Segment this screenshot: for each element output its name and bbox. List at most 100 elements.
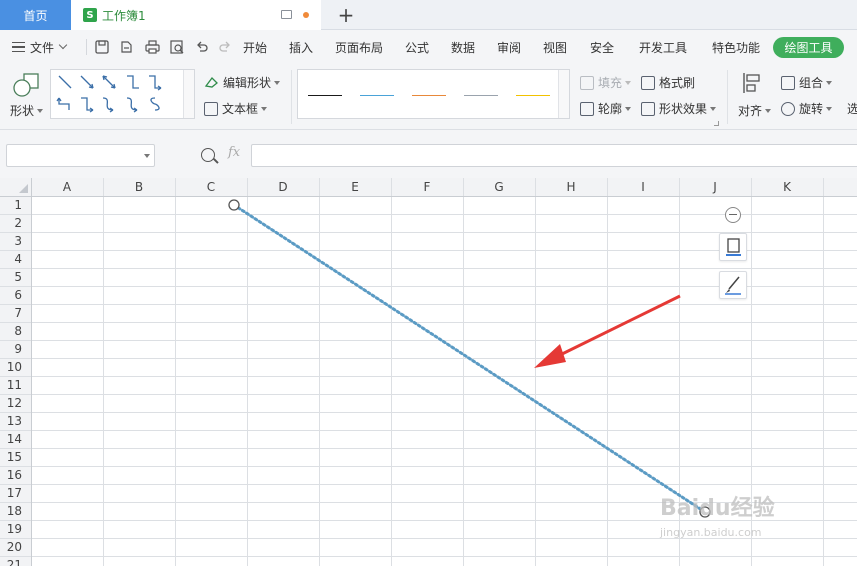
row-header-8[interactable]: 8	[14, 324, 22, 338]
tab-home[interactable]: 首页	[0, 0, 71, 30]
line-style-blue[interactable]	[360, 95, 394, 96]
outline-button[interactable]: 轮廓	[580, 100, 632, 117]
column-header-i[interactable]: I	[641, 180, 645, 194]
monitor-icon[interactable]	[281, 10, 292, 19]
print-preview-icon[interactable]	[169, 39, 185, 55]
column-header-f[interactable]: F	[424, 180, 431, 194]
formula-bar: fx	[0, 130, 857, 178]
divider	[291, 70, 292, 124]
save-icon[interactable]	[94, 39, 110, 55]
menu-special-features[interactable]: 特色功能	[712, 39, 760, 55]
fill-icon	[580, 75, 594, 90]
new-tab-button[interactable]: +	[336, 2, 356, 28]
rotate-button[interactable]: 旋转	[781, 100, 833, 117]
row-header-16[interactable]: 16	[7, 468, 22, 482]
line-style-gallery[interactable]	[297, 69, 570, 119]
shapes-gallery[interactable]	[50, 69, 195, 119]
menu-security[interactable]: 安全	[590, 39, 614, 55]
unsaved-dot-icon	[303, 12, 309, 18]
fill-button[interactable]: 填充	[580, 74, 632, 91]
undo-icon[interactable]	[194, 39, 210, 55]
row-header-20[interactable]: 20	[7, 540, 22, 554]
gallery-scrollbar[interactable]	[183, 70, 194, 118]
tab-drawing-tools[interactable]: 绘图工具	[773, 37, 844, 58]
collapse-icon[interactable]	[725, 207, 741, 223]
rotate-icon	[781, 101, 795, 116]
column-header-c[interactable]: C	[207, 180, 215, 194]
outline-icon	[580, 101, 594, 116]
shape-style-button[interactable]	[719, 271, 747, 299]
line-style-black[interactable]	[308, 95, 342, 96]
row-header-13[interactable]: 13	[7, 414, 22, 428]
format-painter-icon	[641, 75, 655, 90]
row-header-11[interactable]: 11	[7, 378, 22, 392]
row-header-12[interactable]: 12	[7, 396, 22, 410]
redo-icon[interactable]	[217, 39, 233, 55]
shape-layout-button[interactable]	[719, 233, 747, 261]
row-header-4[interactable]: 4	[14, 252, 22, 266]
menu-developer[interactable]: 开发工具	[639, 39, 687, 55]
menu-view[interactable]: 视图	[543, 39, 567, 55]
line-style-gray[interactable]	[464, 95, 498, 96]
spreadsheet-app: 首页 S 工作簿1 + 文件 开始 插入 页面布局 公式 数据 审阅 视图 安全…	[0, 0, 857, 566]
select-button[interactable]: 选	[847, 100, 857, 117]
row-header-21[interactable]: 21	[7, 558, 22, 566]
menu-review[interactable]: 审阅	[497, 39, 521, 55]
column-header-b[interactable]: B	[135, 180, 143, 194]
menu-data[interactable]: 数据	[451, 39, 475, 55]
align-button[interactable]: 对齐	[736, 70, 772, 122]
layout-icon	[726, 238, 741, 256]
edit-shape-button[interactable]: 编辑形状	[204, 74, 281, 91]
group-button[interactable]: 组合	[781, 74, 833, 91]
line-style-yellow[interactable]	[516, 95, 550, 96]
align-label: 对齐	[738, 102, 772, 119]
column-header-d[interactable]: D	[278, 180, 287, 194]
row-header-19[interactable]: 19	[7, 522, 22, 536]
menu-home[interactable]: 开始	[243, 39, 267, 55]
shape-effects-button[interactable]: 形状效果	[641, 100, 717, 117]
name-box[interactable]	[6, 144, 155, 167]
zoom-icon[interactable]	[201, 148, 215, 162]
ribbon-toolbar: 形状 编辑形状 文本框 填充 轮廓 格式刷 形状效果 对齐 组合 旋转 选	[0, 64, 857, 130]
export-icon[interactable]	[118, 39, 134, 55]
file-menu-button[interactable]: 文件	[12, 39, 68, 55]
menu-page-layout[interactable]: 页面布局	[335, 39, 383, 55]
formula-input[interactable]	[251, 144, 857, 167]
column-header-k[interactable]: K	[783, 180, 792, 194]
row-header-15[interactable]: 15	[7, 450, 22, 464]
row-header-6[interactable]: 6	[14, 288, 22, 302]
chevron-down-icon	[144, 154, 150, 158]
column-header-a[interactable]: A	[63, 180, 72, 194]
row-header-10[interactable]: 10	[7, 360, 22, 374]
row-header-18[interactable]: 18	[7, 504, 22, 518]
menu-bar: 文件 开始 插入 页面布局 公式 数据 审阅 视图 安全 开发工具 特色功能 绘…	[0, 30, 857, 64]
hamburger-icon	[12, 42, 25, 52]
insert-shape-button[interactable]: 形状	[8, 70, 46, 122]
column-header-e[interactable]: E	[351, 180, 359, 194]
row-header-17[interactable]: 17	[7, 486, 22, 500]
textbox-button[interactable]: 文本框	[204, 100, 268, 117]
align-icon	[743, 73, 760, 93]
row-header-2[interactable]: 2	[14, 216, 22, 230]
gallery-scrollbar[interactable]	[558, 70, 569, 118]
divider	[727, 70, 728, 124]
fx-icon[interactable]: fx	[228, 145, 240, 160]
menu-formulas[interactable]: 公式	[405, 39, 429, 55]
line-shapes-icon	[56, 75, 162, 113]
column-header-h[interactable]: H	[566, 180, 575, 194]
row-header-7[interactable]: 7	[14, 306, 22, 320]
line-style-orange[interactable]	[412, 95, 446, 96]
print-icon[interactable]	[144, 39, 160, 55]
menu-insert[interactable]: 插入	[289, 39, 313, 55]
dialog-launcher-icon[interactable]	[714, 121, 719, 126]
row-header-9[interactable]: 9	[14, 342, 22, 356]
format-painter-button[interactable]: 格式刷	[641, 74, 695, 91]
row-header-1[interactable]: 1	[14, 198, 22, 212]
row-header-5[interactable]: 5	[14, 270, 22, 284]
column-header-g[interactable]: G	[494, 180, 503, 194]
row-header-14[interactable]: 14	[7, 432, 22, 446]
edit-shape-icon	[204, 77, 218, 88]
column-header-j[interactable]: J	[712, 180, 717, 194]
row-header-3[interactable]: 3	[14, 234, 22, 248]
divider	[86, 39, 87, 55]
